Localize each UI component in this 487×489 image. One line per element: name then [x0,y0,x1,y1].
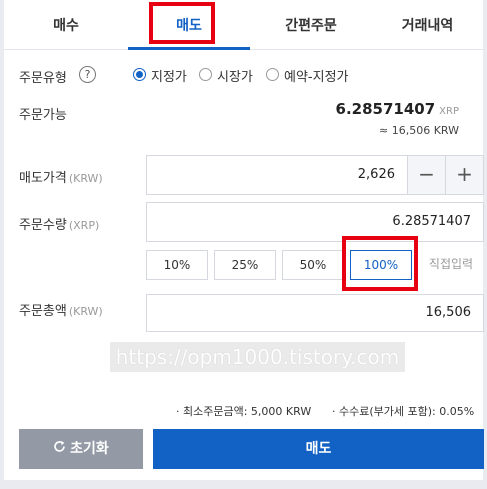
highlight-box-sell-tab [149,2,215,44]
radio-limit-label[interactable]: 지정가 [151,66,187,85]
highlight-box-100-percent [342,236,418,291]
tab-history[interactable]: 거래내역 [372,0,483,50]
quantity-value: 6.28571407 [392,214,471,229]
tab-buy[interactable]: 매수 [4,0,128,50]
active-tab-indicator [128,47,250,50]
available-amount: 6.28571407 XRP [335,100,459,118]
price-input[interactable]: 2,626 − + [146,155,484,195]
order-tabs: 매수 매도 간편주문 거래내역 [4,0,483,50]
direct-input-button[interactable]: 직접입력 [420,250,482,280]
radio-limit[interactable] [133,68,146,81]
total-label: 주문총액 (KRW) [19,304,103,319]
watermark: https://opm1000.tistory.com [110,342,405,372]
radio-market[interactable] [199,68,212,81]
fee-info: · 수수료(부가세 포함): 0.05% [332,405,475,418]
refresh-icon [53,429,66,469]
price-value: 2,626 [357,167,395,182]
total-value: 16,506 [425,305,472,320]
price-increase-button[interactable]: + [445,156,483,194]
percent-25-button[interactable]: 25% [214,250,276,280]
tab-simple-order[interactable]: 간편주문 [250,0,372,50]
radio-stop-limit-label[interactable]: 예약-지정가 [284,66,349,85]
radio-stop-limit[interactable] [266,68,279,81]
help-icon[interactable]: ? [79,66,96,83]
quantity-input[interactable]: 6.28571407 [146,202,484,242]
price-label: 매도가격 (KRW) [19,171,103,186]
total-input[interactable]: 16,506 [146,294,484,332]
available-krw: ≈ 16,506 KRW [379,124,459,137]
order-panel: 매수 매도 간편주문 거래내역 주문유형 ? 지정가 시장가 예약-지정가 주문… [4,0,484,480]
percent-50-button[interactable]: 50% [282,250,344,280]
sell-submit-button[interactable]: 매도 [153,429,484,469]
reset-button[interactable]: 초기화 [19,429,143,469]
radio-market-label[interactable]: 시장가 [217,66,253,85]
available-label: 주문가능 [19,108,67,123]
order-type-label: 주문유형 [19,71,67,86]
quantity-label: 주문수량 (XRP) [19,218,100,233]
min-order-info: · 최소주문금액: 5,000 KRW [176,405,312,418]
price-decrease-button[interactable]: − [407,156,445,194]
percent-10-button[interactable]: 10% [146,250,208,280]
reset-button-label: 초기화 [70,441,109,457]
